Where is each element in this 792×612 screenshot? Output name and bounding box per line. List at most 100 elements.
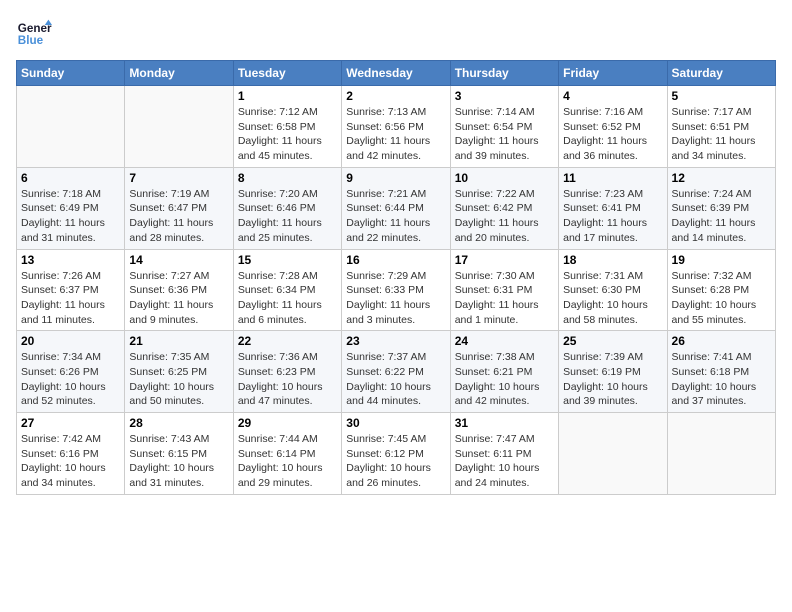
- day-info: Sunrise: 7:35 AMSunset: 6:25 PMDaylight:…: [129, 350, 228, 409]
- day-number: 4: [563, 89, 662, 103]
- day-header-saturday: Saturday: [667, 61, 775, 86]
- day-number: 23: [346, 334, 445, 348]
- day-number: 17: [455, 253, 554, 267]
- day-info: Sunrise: 7:42 AMSunset: 6:16 PMDaylight:…: [21, 432, 120, 491]
- day-number: 13: [21, 253, 120, 267]
- day-number: 2: [346, 89, 445, 103]
- day-header-monday: Monday: [125, 61, 233, 86]
- day-info: Sunrise: 7:41 AMSunset: 6:18 PMDaylight:…: [672, 350, 771, 409]
- calendar-cell: 29 Sunrise: 7:44 AMSunset: 6:14 PMDayligh…: [233, 413, 341, 495]
- day-info: Sunrise: 7:13 AMSunset: 6:56 PMDaylight:…: [346, 105, 445, 164]
- day-number: 15: [238, 253, 337, 267]
- calendar-cell: 3 Sunrise: 7:14 AMSunset: 6:54 PMDaylight…: [450, 86, 558, 168]
- day-number: 9: [346, 171, 445, 185]
- day-info: Sunrise: 7:32 AMSunset: 6:28 PMDaylight:…: [672, 269, 771, 328]
- calendar-cell: 19 Sunrise: 7:32 AMSunset: 6:28 PMDayligh…: [667, 249, 775, 331]
- day-number: 20: [21, 334, 120, 348]
- day-number: 29: [238, 416, 337, 430]
- calendar-cell: 11 Sunrise: 7:23 AMSunset: 6:41 PMDayligh…: [559, 167, 667, 249]
- day-info: Sunrise: 7:19 AMSunset: 6:47 PMDaylight:…: [129, 187, 228, 246]
- day-info: Sunrise: 7:29 AMSunset: 6:33 PMDaylight:…: [346, 269, 445, 328]
- logo: General Blue: [16, 16, 52, 52]
- calendar-cell: 12Sunrise: 7:24 AMSunset: 6:39 PMDayligh…: [667, 167, 775, 249]
- calendar-cell: [125, 86, 233, 168]
- logo-icon: General Blue: [16, 16, 52, 52]
- day-number: 22: [238, 334, 337, 348]
- calendar-cell: 31 Sunrise: 7:47 AMSunset: 6:11 PMDayligh…: [450, 413, 558, 495]
- day-number: 5: [672, 89, 771, 103]
- day-info: Sunrise: 7:43 AMSunset: 6:15 PMDaylight:…: [129, 432, 228, 491]
- day-number: 8: [238, 171, 337, 185]
- week-row-2: 6Sunrise: 7:18 AMSunset: 6:49 PMDaylight…: [17, 167, 776, 249]
- calendar-cell: 5 Sunrise: 7:17 AMSunset: 6:51 PMDaylight…: [667, 86, 775, 168]
- calendar-cell: 28 Sunrise: 7:43 AMSunset: 6:15 PMDayligh…: [125, 413, 233, 495]
- day-info: Sunrise: 7:31 AMSunset: 6:30 PMDaylight:…: [563, 269, 662, 328]
- day-number: 7: [129, 171, 228, 185]
- calendar-cell: 7 Sunrise: 7:19 AMSunset: 6:47 PMDaylight…: [125, 167, 233, 249]
- day-number: 24: [455, 334, 554, 348]
- day-header-thursday: Thursday: [450, 61, 558, 86]
- calendar-cell: [667, 413, 775, 495]
- day-header-tuesday: Tuesday: [233, 61, 341, 86]
- calendar-cell: 1 Sunrise: 7:12 AMSunset: 6:58 PMDaylight…: [233, 86, 341, 168]
- day-info: Sunrise: 7:26 AMSunset: 6:37 PMDaylight:…: [21, 269, 120, 328]
- days-header-row: SundayMondayTuesdayWednesdayThursdayFrid…: [17, 61, 776, 86]
- day-number: 16: [346, 253, 445, 267]
- calendar-cell: 20 Sunrise: 7:34 AMSunset: 6:26 PMDayligh…: [17, 331, 125, 413]
- calendar-cell: 10 Sunrise: 7:22 AMSunset: 6:42 PMDayligh…: [450, 167, 558, 249]
- day-info: Sunrise: 7:45 AMSunset: 6:12 PMDaylight:…: [346, 432, 445, 491]
- calendar-cell: 26Sunrise: 7:41 AMSunset: 6:18 PMDayligh…: [667, 331, 775, 413]
- calendar-cell: 8 Sunrise: 7:20 AMSunset: 6:46 PMDaylight…: [233, 167, 341, 249]
- calendar-cell: 23 Sunrise: 7:37 AMSunset: 6:22 PMDayligh…: [342, 331, 450, 413]
- calendar-cell: 24 Sunrise: 7:38 AMSunset: 6:21 PMDayligh…: [450, 331, 558, 413]
- day-number: 1: [238, 89, 337, 103]
- day-info: Sunrise: 7:38 AMSunset: 6:21 PMDaylight:…: [455, 350, 554, 409]
- day-number: 30: [346, 416, 445, 430]
- day-number: 25: [563, 334, 662, 348]
- day-header-wednesday: Wednesday: [342, 61, 450, 86]
- day-number: 14: [129, 253, 228, 267]
- day-info: Sunrise: 7:17 AMSunset: 6:51 PMDaylight:…: [672, 105, 771, 164]
- calendar-cell: 22Sunrise: 7:36 AMSunset: 6:23 PMDayligh…: [233, 331, 341, 413]
- week-row-1: 1 Sunrise: 7:12 AMSunset: 6:58 PMDaylight…: [17, 86, 776, 168]
- day-info: Sunrise: 7:28 AMSunset: 6:34 PMDaylight:…: [238, 269, 337, 328]
- day-info: Sunrise: 7:20 AMSunset: 6:46 PMDaylight:…: [238, 187, 337, 246]
- day-info: Sunrise: 7:22 AMSunset: 6:42 PMDaylight:…: [455, 187, 554, 246]
- day-info: Sunrise: 7:14 AMSunset: 6:54 PMDaylight:…: [455, 105, 554, 164]
- svg-text:Blue: Blue: [18, 34, 44, 47]
- day-number: 27: [21, 416, 120, 430]
- day-info: Sunrise: 7:12 AMSunset: 6:58 PMDaylight:…: [238, 105, 337, 164]
- calendar-cell: 13 Sunrise: 7:26 AMSunset: 6:37 PMDayligh…: [17, 249, 125, 331]
- day-number: 11: [563, 171, 662, 185]
- day-number: 3: [455, 89, 554, 103]
- day-info: Sunrise: 7:30 AMSunset: 6:31 PMDaylight:…: [455, 269, 554, 328]
- day-number: 10: [455, 171, 554, 185]
- calendar-cell: 30 Sunrise: 7:45 AMSunset: 6:12 PMDayligh…: [342, 413, 450, 495]
- day-info: Sunrise: 7:47 AMSunset: 6:11 PMDaylight:…: [455, 432, 554, 491]
- day-number: 19: [672, 253, 771, 267]
- day-info: Sunrise: 7:37 AMSunset: 6:22 PMDaylight:…: [346, 350, 445, 409]
- day-number: 28: [129, 416, 228, 430]
- day-header-sunday: Sunday: [17, 61, 125, 86]
- day-number: 6: [21, 171, 120, 185]
- week-row-4: 20 Sunrise: 7:34 AMSunset: 6:26 PMDayligh…: [17, 331, 776, 413]
- day-header-friday: Friday: [559, 61, 667, 86]
- day-info: Sunrise: 7:44 AMSunset: 6:14 PMDaylight:…: [238, 432, 337, 491]
- day-info: Sunrise: 7:39 AMSunset: 6:19 PMDaylight:…: [563, 350, 662, 409]
- day-info: Sunrise: 7:23 AMSunset: 6:41 PMDaylight:…: [563, 187, 662, 246]
- calendar-table: SundayMondayTuesdayWednesdayThursdayFrid…: [16, 60, 776, 495]
- calendar-cell: 6Sunrise: 7:18 AMSunset: 6:49 PMDaylight…: [17, 167, 125, 249]
- calendar-cell: [17, 86, 125, 168]
- week-row-3: 13 Sunrise: 7:26 AMSunset: 6:37 PMDayligh…: [17, 249, 776, 331]
- day-info: Sunrise: 7:34 AMSunset: 6:26 PMDaylight:…: [21, 350, 120, 409]
- calendar-cell: 25 Sunrise: 7:39 AMSunset: 6:19 PMDayligh…: [559, 331, 667, 413]
- day-number: 31: [455, 416, 554, 430]
- calendar-cell: 9Sunrise: 7:21 AMSunset: 6:44 PMDaylight…: [342, 167, 450, 249]
- calendar-cell: 18Sunrise: 7:31 AMSunset: 6:30 PMDayligh…: [559, 249, 667, 331]
- calendar-cell: [559, 413, 667, 495]
- day-info: Sunrise: 7:16 AMSunset: 6:52 PMDaylight:…: [563, 105, 662, 164]
- calendar-cell: 16 Sunrise: 7:29 AMSunset: 6:33 PMDayligh…: [342, 249, 450, 331]
- day-info: Sunrise: 7:27 AMSunset: 6:36 PMDaylight:…: [129, 269, 228, 328]
- day-info: Sunrise: 7:24 AMSunset: 6:39 PMDaylight:…: [672, 187, 771, 246]
- calendar-cell: 2 Sunrise: 7:13 AMSunset: 6:56 PMDaylight…: [342, 86, 450, 168]
